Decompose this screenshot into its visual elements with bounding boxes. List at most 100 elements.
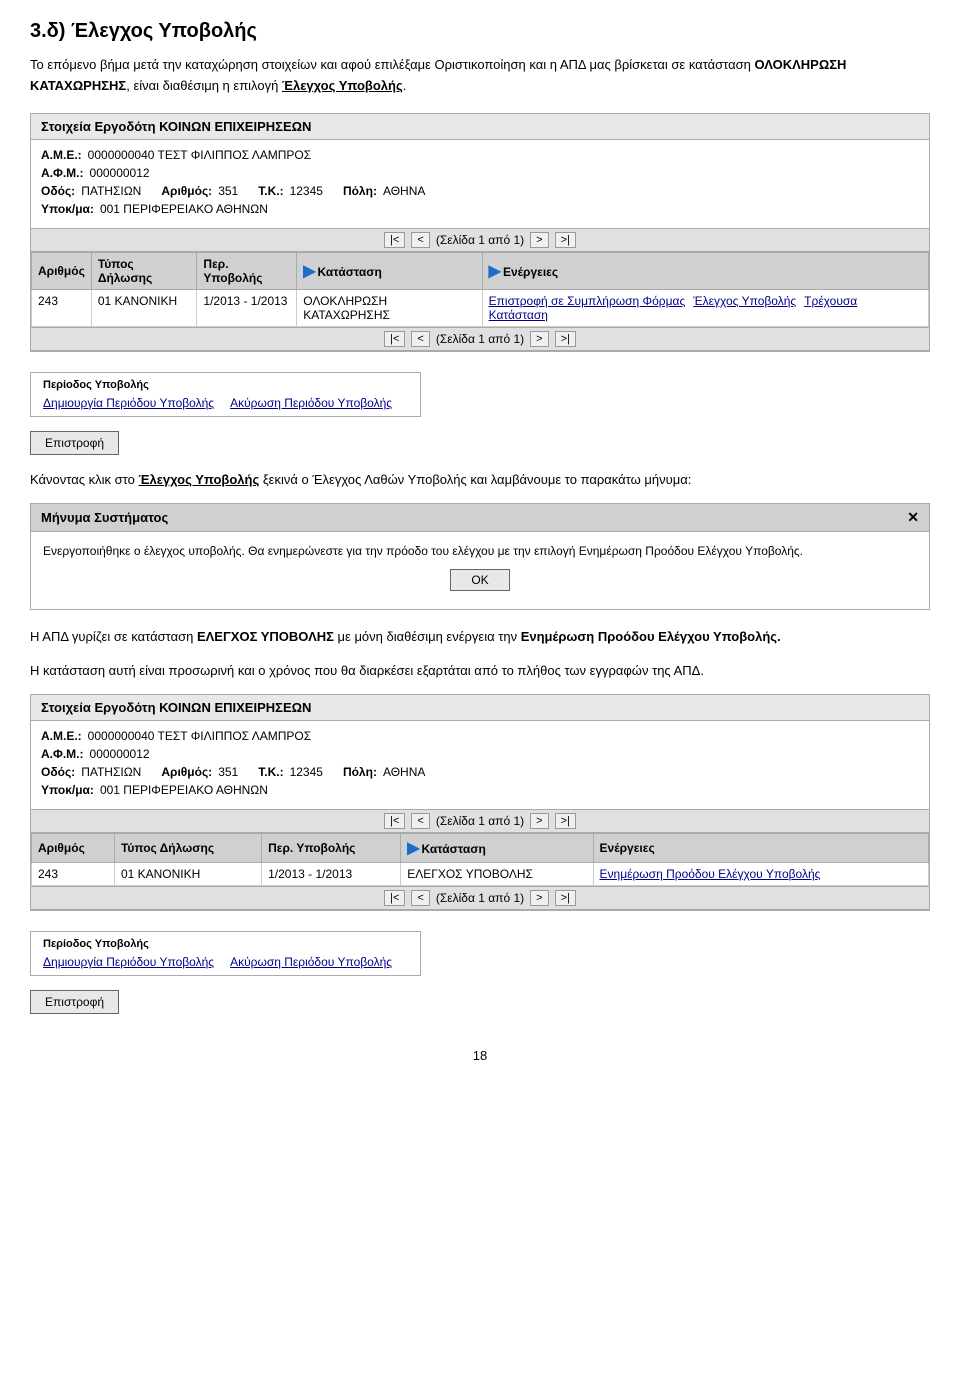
employer-info-row-1: Α.Μ.Ε.: 0000000040 ΤΕΣΤ ΦΙΛΙΠΠΟΣ ΛΑΜΠΡΟΣ [41, 148, 919, 162]
ame2-value: 0000000040 ΤΕΣΤ ΦΙΛΙΠΠΟΣ ΛΑΜΠΡΟΣ [88, 729, 312, 743]
pagination-text-1: (Σελίδα 1 από 1) [436, 233, 524, 247]
odos-item: Οδός: ΠΑΤΗΣΙΩΝ [41, 184, 141, 198]
action-link[interactable]: Ενημέρωση Προόδου Ελέγχου Υποβολής [600, 867, 821, 881]
poli-label: Πόλη: [343, 184, 377, 198]
table-row: 24301 ΚΑΝΟΝΙΚΗ1/2013 - 1/2013ΕΛΕΓΧΟΣ ΥΠΟ… [32, 863, 929, 886]
poli2-item: Πόλη: ΑΘΗΝΑ [343, 765, 425, 779]
cancel-period-link-1[interactable]: Ακύρωση Περιόδου Υποβολής [230, 396, 392, 410]
afm2-value: 000000012 [90, 747, 150, 761]
employer-panel-1-header: Στοιχεία Εργοδότη ΚΟΙΝΩΝ ΕΠΙΧΕΙΡΗΣΕΩΝ [31, 114, 929, 140]
period-section-2: Περίοδος Υποβολής Δημιουργία Περιόδου Υπ… [30, 931, 421, 976]
odos-value: ΠΑΤΗΣΙΩΝ [81, 184, 141, 198]
odos-label: Οδός: [41, 184, 75, 198]
employer-info-row-3: Οδός: ΠΑΤΗΣΙΩΝ Αριθμός: 351 Τ.Κ.: 12345 … [41, 184, 919, 198]
create-period-link-2[interactable]: Δημιουργία Περιόδου Υποβολής [43, 955, 214, 969]
arrow-icon-3: ▶ [407, 838, 419, 858]
ame-item: Α.Μ.Ε.: 0000000040 ΤΕΣΤ ΦΙΛΙΠΠΟΣ ΛΑΜΠΡΟΣ [41, 148, 311, 162]
declarations-table-1: Αριθμός Τύπος Δήλωσης Περ. Υποβολής ▶Κατ… [31, 252, 929, 327]
pagination-text-2b: (Σελίδα 1 από 1) [436, 891, 524, 905]
period-links-1: Δημιουργία Περιόδου Υποβολής Ακύρωση Περι… [43, 395, 408, 410]
col-header-tipos-2: Τύπος Δήλωσης [114, 834, 261, 863]
last-page-button-2[interactable]: >| [555, 813, 576, 829]
first-page-button-1b[interactable]: |< [384, 331, 405, 347]
system-message-box: Μήνυμα Συστήματος ✕ Ενεργοποιήθηκε ο έλε… [30, 503, 930, 610]
close-icon[interactable]: ✕ [907, 509, 919, 526]
cell-katastasi: ΟΛΟΚΛΗΡΩΣΗ ΚΑΤΑΧΩΡΗΣΗΣ [297, 289, 482, 326]
col-header-arithmos-2: Αριθμός [32, 834, 115, 863]
cell-period: 1/2013 - 1/2013 [262, 863, 401, 886]
declarations-table-2: Αριθμός Τύπος Δήλωσης Περ. Υποβολής ▶Κατ… [31, 833, 929, 886]
cell-energeies: Ενημέρωση Προόδου Ελέγχου Υποβολής [593, 863, 928, 886]
col-header-energeies-1: ▶Ενέργειες [482, 252, 928, 289]
last-page-button-1b[interactable]: >| [555, 331, 576, 347]
tk2-label: Τ.Κ.: [258, 765, 283, 779]
employer-info-row-4: Υποκ/μα: 001 ΠΕΡΙΦΕΡΕΙΑΚΟ ΑΘΗΝΩΝ [41, 202, 919, 216]
ypok-label: Υποκ/μα: [41, 202, 94, 216]
create-period-link-1[interactable]: Δημιουργία Περιόδου Υποβολής [43, 396, 214, 410]
apd-text-part1: Η ΑΠΔ γυρίζει σε κατάσταση [30, 629, 197, 644]
afm-item: Α.Φ.Μ.: 000000012 [41, 166, 150, 180]
poli-item: Πόλη: ΑΘΗΝΑ [343, 184, 425, 198]
employer2-info-row-4: Υποκ/μα: 001 ΠΕΡΙΦΕΡΕΙΑΚΟ ΑΘΗΝΩΝ [41, 783, 919, 797]
tk-label: Τ.Κ.: [258, 184, 283, 198]
prev-page-button-1b[interactable]: < [411, 331, 429, 347]
pagination-bar-1-top: |< < (Σελίδα 1 από 1) > >| [31, 228, 929, 252]
action-link[interactable]: Έλεγχος Υποβολής [693, 294, 796, 308]
ame-value: 0000000040 ΤΕΣΤ ΦΙΛΙΠΠΟΣ ΛΑΜΠΡΟΣ [88, 148, 312, 162]
pagination-bar-2-bottom: |< < (Σελίδα 1 από 1) > >| [31, 886, 929, 910]
return-button-2[interactable]: Επιστροφή [30, 990, 119, 1014]
return-button-1[interactable]: Επιστροφή [30, 431, 119, 455]
last-page-button-1[interactable]: >| [555, 232, 576, 248]
cell-period: 1/2013 - 1/2013 [197, 289, 297, 326]
prev-page-button-1[interactable]: < [411, 232, 429, 248]
last-page-button-2b[interactable]: >| [555, 890, 576, 906]
col-header-period-2: Περ. Υποβολής [262, 834, 401, 863]
ok-button[interactable]: ΟΚ [450, 569, 509, 591]
prev-page-button-2b[interactable]: < [411, 890, 429, 906]
pagination-bar-1-bottom: |< < (Σελίδα 1 από 1) > >| [31, 327, 929, 351]
employer-panel-2-body: Α.Μ.Ε.: 0000000040 ΤΕΣΤ ΦΙΛΙΠΠΟΣ ΛΑΜΠΡΟΣ… [31, 721, 929, 809]
afm-value: 000000012 [90, 166, 150, 180]
first-page-button-1[interactable]: |< [384, 232, 405, 248]
ame2-label: Α.Μ.Ε.: [41, 729, 82, 743]
intro-paragraph: Το επόμενο βήμα μετά την καταχώρηση στοι… [30, 55, 930, 97]
action-link[interactable]: Επιστροφή σε Συμπλήρωση Φόρμας [489, 294, 686, 308]
message-header: Μήνυμα Συστήματος ✕ [31, 504, 929, 532]
cancel-period-link-2[interactable]: Ακύρωση Περιόδου Υποβολής [230, 955, 392, 969]
prev-page-button-2[interactable]: < [411, 813, 429, 829]
arithmos2-value: 351 [218, 765, 238, 779]
arrow-icon-1: ▶ [303, 261, 315, 281]
apd-description: Η ΑΠΔ γυρίζει σε κατάσταση ΕΛΕΓΧΟΣ ΥΠΟΒΟ… [30, 626, 930, 648]
period-section-1: Περίοδος Υποβολής Δημιουργία Περιόδου Υπ… [30, 372, 421, 417]
first-page-button-2b[interactable]: |< [384, 890, 405, 906]
col-header-katastasi-1: ▶Κατάσταση [297, 252, 482, 289]
first-page-button-2[interactable]: |< [384, 813, 405, 829]
cell-tipos: 01 ΚΑΝΟΝΙΚΗ [91, 289, 197, 326]
arithmos2-item: Αριθμός: 351 [161, 765, 238, 779]
ypok-item: Υποκ/μα: 001 ΠΕΡΙΦΕΡΕΙΑΚΟ ΑΘΗΝΩΝ [41, 202, 268, 216]
pagination-bar-2-top: |< < (Σελίδα 1 από 1) > >| [31, 809, 929, 833]
employer-panel-1-body: Α.Μ.Ε.: 0000000040 ΤΕΣΤ ΦΙΛΙΠΠΟΣ ΛΑΜΠΡΟΣ… [31, 140, 929, 228]
odos2-value: ΠΑΤΗΣΙΩΝ [81, 765, 141, 779]
col-header-energeies-2: Ενέργειες [593, 834, 928, 863]
cell-tipos: 01 ΚΑΝΟΝΙΚΗ [114, 863, 261, 886]
period-label-2: Περίοδος Υποβολής [43, 938, 408, 950]
page-title: 3.δ) Έλεγχος Υποβολής [30, 20, 930, 43]
ypok2-label: Υποκ/μα: [41, 783, 94, 797]
employer-panel-2-header: Στοιχεία Εργοδότη ΚΟΙΝΩΝ ΕΠΙΧΕΙΡΗΣΕΩΝ [31, 695, 929, 721]
afm-label: Α.Φ.Μ.: [41, 166, 84, 180]
arrow-icon-2: ▶ [489, 261, 501, 281]
next-page-button-2[interactable]: > [530, 813, 548, 829]
click-text-bold: Έλεγχος Υποβολής [138, 472, 259, 487]
next-page-button-2b[interactable]: > [530, 890, 548, 906]
next-page-button-1b[interactable]: > [530, 331, 548, 347]
cell-energeies: Επιστροφή σε Συμπλήρωση Φόρμας Έλεγχος Υπ… [482, 289, 928, 326]
arithmos-value: 351 [218, 184, 238, 198]
table-row: 24301 ΚΑΝΟΝΙΚΗ1/2013 - 1/2013ΟΛΟΚΛΗΡΩΣΗ … [32, 289, 929, 326]
arithmos-label: Αριθμός: [161, 184, 212, 198]
tk2-item: Τ.Κ.: 12345 [258, 765, 323, 779]
page-number: 18 [30, 1048, 930, 1063]
apd-bold1: ΕΛΕΓΧΟΣ ΥΠΟΒΟΛΗΣ [197, 629, 334, 644]
next-page-button-1[interactable]: > [530, 232, 548, 248]
pagination-text-2: (Σελίδα 1 από 1) [436, 814, 524, 828]
